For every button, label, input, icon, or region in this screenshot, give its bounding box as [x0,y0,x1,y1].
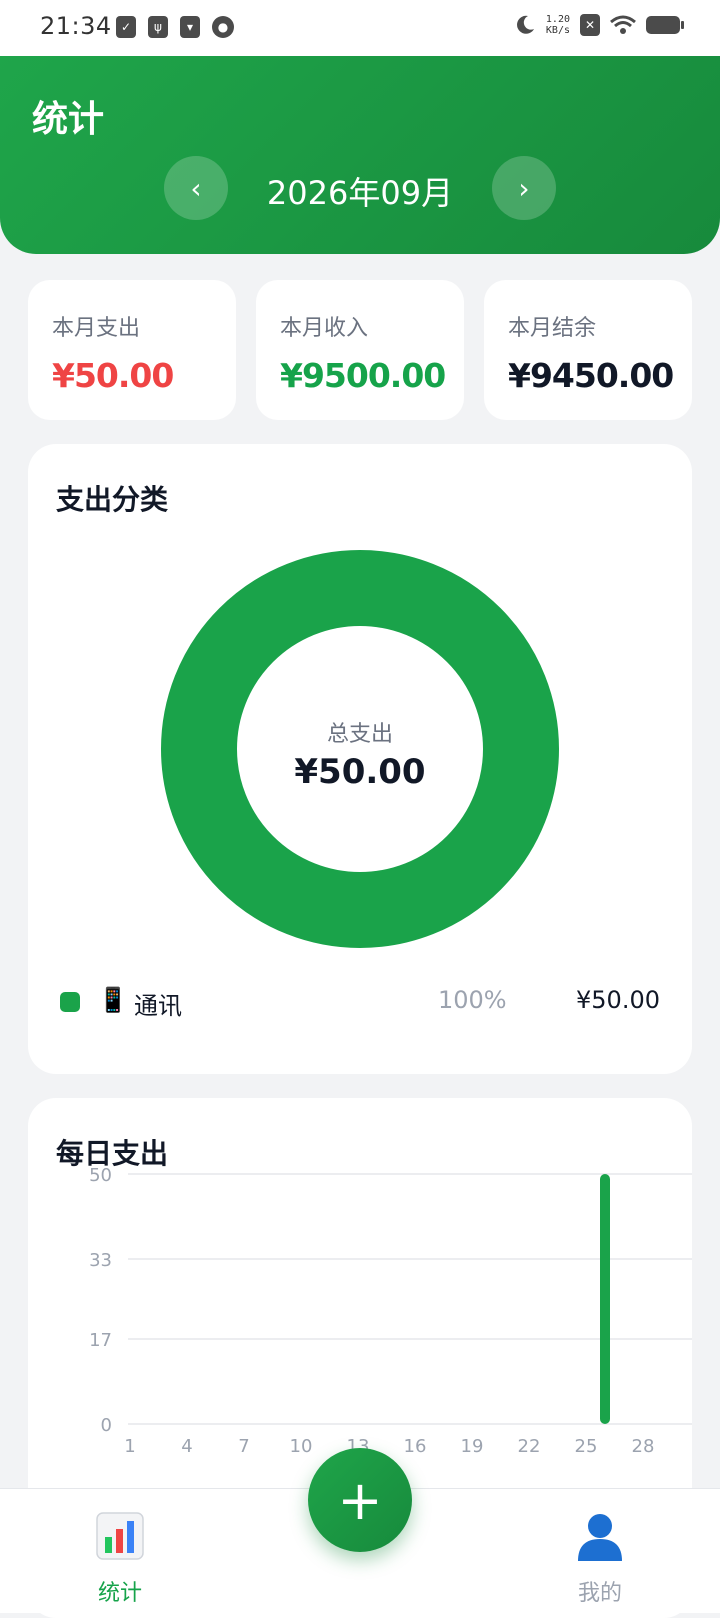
legend-color-swatch [60,992,80,1012]
expense-value: ¥50.00 [52,356,174,395]
total-expense-value: ¥50.00 [294,752,426,792]
wifi-icon [610,15,636,34]
status-system-icons: 1.20 KB/s ✕ [514,14,684,36]
x-tick-label: 7 [238,1436,249,1457]
category-card: 支出分类 总支出 ¥50.00 📱 通讯 100% ¥50.00 [28,444,692,1074]
balance-value: ¥9450.00 [508,356,674,395]
x-tick-label: 22 [518,1436,541,1457]
x-tick-label: 25 [575,1436,598,1457]
status-bar: 21:34 ✓ ψ ▾ ● 1.20 KB/s ✕ [0,0,720,56]
y-tick-label: 50 [89,1165,112,1186]
legend-item[interactable]: 📱 通讯 100% ¥50.00 [60,984,660,1020]
sim-off-icon: ✕ [580,14,600,36]
legend-category-name: 通讯 [134,992,182,1020]
daily-bar-chart: 50331701 4 7 10 13 16 19 22 25 28 [89,1165,692,1457]
income-card: 本月收入 ¥9500.00 [256,280,464,420]
disc-icon: ● [212,16,234,38]
current-month: 2026年09月 [266,174,454,212]
tab-stats[interactable]: 统计 [50,1507,190,1607]
y-tick-label: 33 [89,1250,112,1271]
phone-icon: 📱 [98,986,128,1014]
clipboard-check-icon: ✓ [116,16,136,38]
tab-stats-label: 统计 [97,1581,142,1606]
net-speed: 1.20 KB/s [545,14,570,36]
x-tick-label: 28 [632,1436,655,1457]
x-tick-label: 19 [461,1436,484,1457]
x-tick-label: 10 [290,1436,313,1457]
tab-me-label: 我的 [577,1581,622,1606]
expense-card: 本月支出 ¥50.00 [28,280,236,420]
income-value: ¥9500.00 [280,356,446,395]
legend-amount: ¥50.00 [576,986,660,1014]
moon-icon [516,15,534,34]
donut-center: 总支出 ¥50.00 [28,716,692,792]
month-navigator: ‹ 2026年09月 › [0,156,720,220]
page-title: 统计 [32,99,105,140]
y-tick-label: 0 [101,1415,112,1436]
category-title: 支出分类 [56,483,169,516]
balance-card: 本月结余 ¥9450.00 [484,280,692,420]
x-tick-label: 16 [404,1436,427,1457]
shield-icon: ▾ [180,16,200,38]
legend-percent: 100% [438,986,507,1014]
status-time: 21:34 [40,12,112,40]
status-notification-icons: ✓ ψ ▾ ● [116,16,234,38]
x-tick-label: 1 [124,1436,135,1457]
bar-chart-icon [50,1507,190,1561]
income-label: 本月收入 [280,316,369,341]
y-tick-label: 17 [89,1330,112,1351]
next-month-button[interactable]: › [492,156,556,220]
balance-label: 本月结余 [508,316,597,341]
x-tick-label: 4 [181,1436,192,1457]
tab-me[interactable]: 我的 [530,1507,670,1607]
add-record-button[interactable]: + [308,1448,412,1552]
daily-bar [600,1174,610,1424]
user-icon [530,1507,670,1561]
battery-icon [646,16,684,34]
expense-label: 本月支出 [52,316,141,341]
header: 统计 ‹ 2026年09月 › [0,56,720,254]
usb-icon: ψ [148,16,168,38]
summary-cards: 本月支出 ¥50.00 本月收入 ¥9500.00 本月结余 ¥9450.00 [28,280,692,420]
total-expense-label: 总支出 [326,722,393,747]
